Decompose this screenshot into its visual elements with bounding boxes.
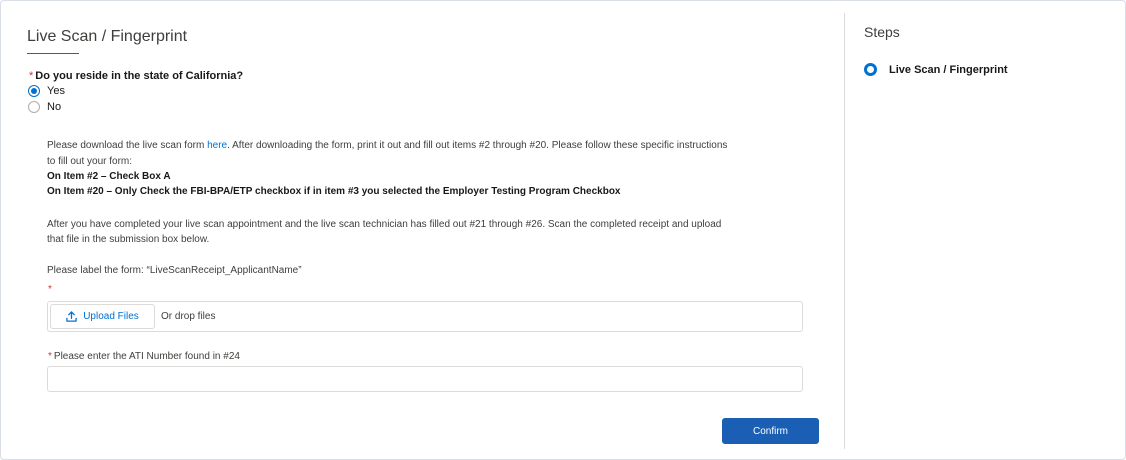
required-marker: * <box>48 351 52 362</box>
instruction-item-20: On Item #20 – Only Check the FBI-BPA/ETP… <box>47 186 621 197</box>
step-item-live-scan: Live Scan / Fingerprint <box>864 63 1008 76</box>
steps-title: Steps <box>864 24 900 40</box>
upload-required-marker: * <box>48 284 52 295</box>
required-marker: * <box>29 70 34 82</box>
residency-question-label: Do you reside in the state of California… <box>35 70 244 82</box>
instruction-item-2: On Item #2 – Check Box A <box>47 171 171 182</box>
upload-files-label: Upload Files <box>83 311 139 322</box>
after-instructions-line-2: that file in the submission box below. <box>47 234 210 245</box>
panel-divider <box>844 13 845 449</box>
label-instruction: Please label the form: “LiveScanReceipt_… <box>47 265 302 276</box>
ati-number-label-text: Please enter the ATI Number found in #24 <box>53 351 240 362</box>
instructions-text: Please download the live scan form <box>47 140 208 151</box>
instructions-line-1: Please download the live scan form here.… <box>47 138 727 153</box>
upload-files-button[interactable]: Upload Files <box>50 304 155 329</box>
after-instructions-line-1: After you have completed your live scan … <box>47 219 722 230</box>
form-title: Live Scan / Fingerprint <box>27 28 188 45</box>
upload-icon <box>66 311 77 322</box>
instructions-line-2: to fill out your form: <box>47 156 133 167</box>
file-drop-zone[interactable]: Upload Files Or drop files <box>47 301 803 332</box>
radio-option-no[interactable]: No <box>28 101 61 113</box>
residency-question: * Do you reside in the state of Californi… <box>29 70 243 82</box>
radio-no-label: No <box>47 101 62 113</box>
ati-number-input[interactable] <box>47 366 803 392</box>
radio-yes-icon[interactable] <box>28 85 40 97</box>
radio-option-yes[interactable]: Yes <box>28 85 65 97</box>
ati-number-label: * Please enter the ATI Number found in #2… <box>48 351 240 362</box>
page-container: Live Scan / Fingerprint * Do you reside i… <box>0 0 1126 460</box>
confirm-button[interactable]: Confirm <box>722 418 819 444</box>
step-label: Live Scan / Fingerprint <box>889 63 1008 76</box>
download-form-link[interactable]: here <box>207 140 227 151</box>
title-underline <box>27 53 79 54</box>
instructions-text-cont: . After downloading the form, print it o… <box>227 140 728 151</box>
radio-yes-label: Yes <box>47 85 65 97</box>
step-active-icon <box>864 63 877 76</box>
drop-files-text: Or drop files <box>161 311 216 322</box>
radio-no-icon[interactable] <box>28 101 40 113</box>
